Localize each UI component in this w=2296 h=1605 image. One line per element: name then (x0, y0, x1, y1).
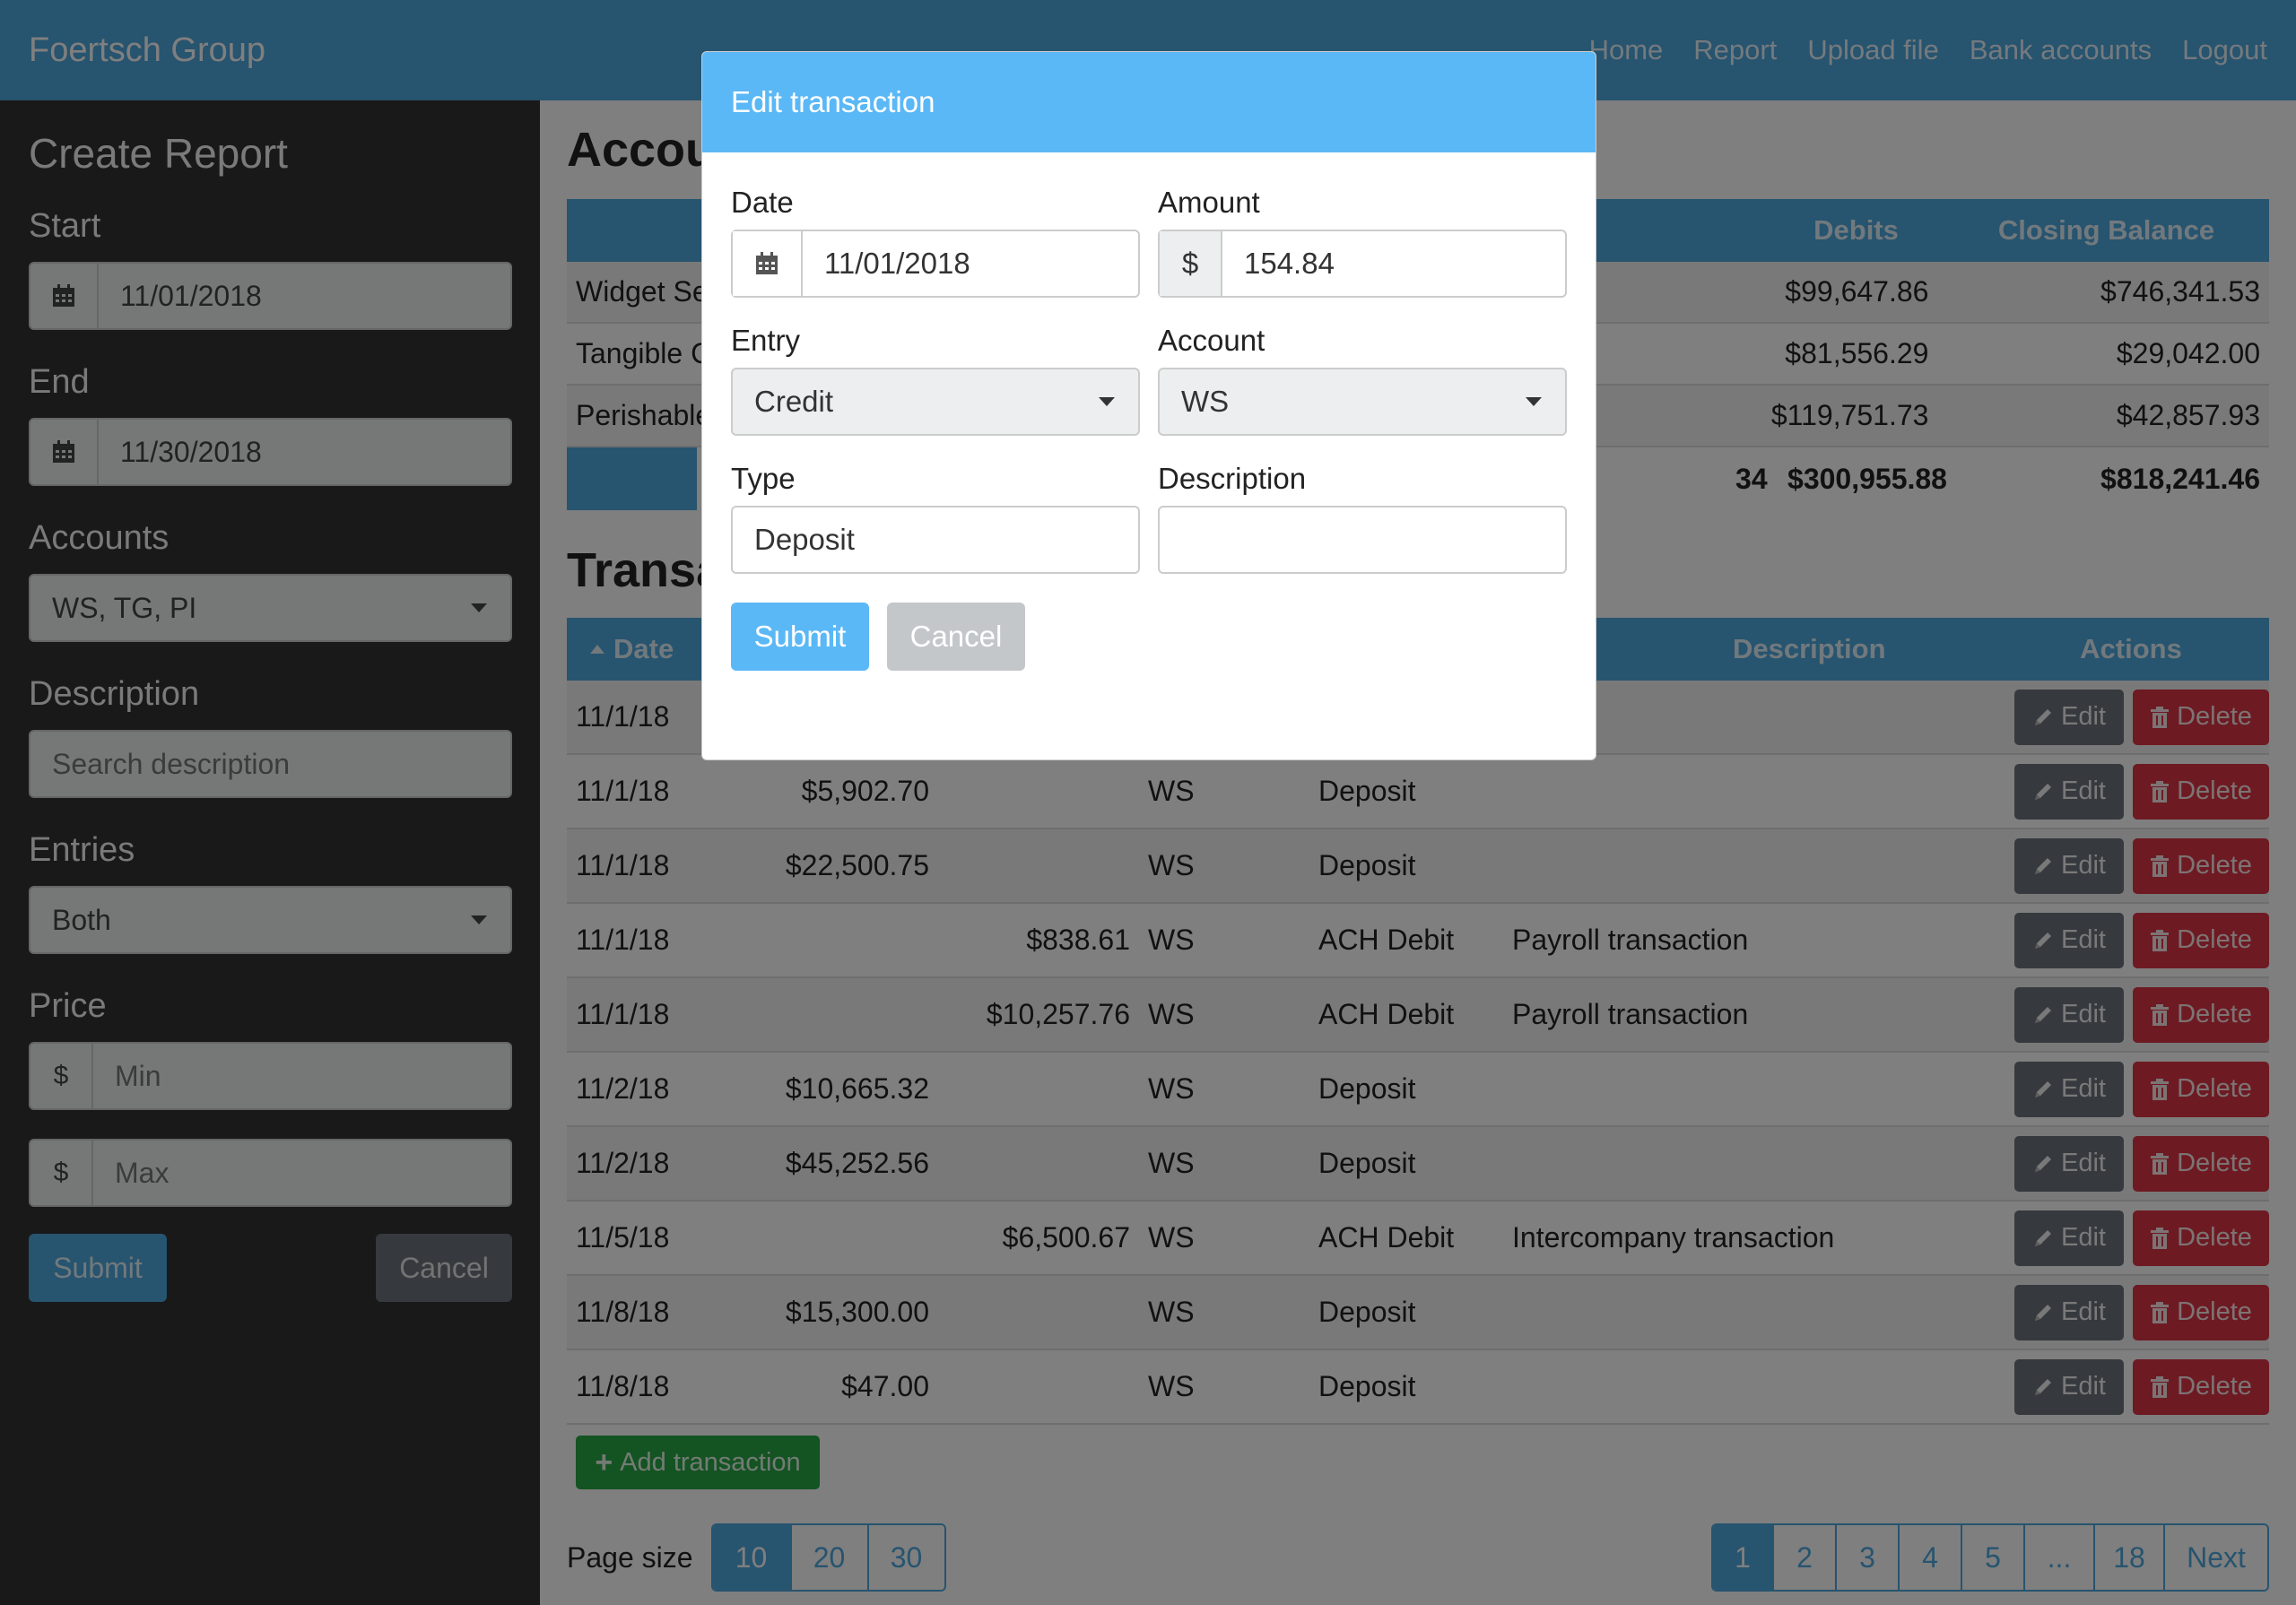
modal-submit-button[interactable]: Submit (731, 603, 869, 671)
modal-amount-value[interactable]: 154.84 (1222, 247, 1565, 281)
modal-description-input[interactable] (1158, 506, 1567, 574)
dollar-addon: $ (1160, 231, 1222, 296)
modal-buttons: Submit Cancel (731, 603, 1567, 671)
chevron-down-icon (1526, 397, 1542, 406)
modal-entry-label: Entry (731, 324, 801, 357)
modal-row-3: Type Deposit Description (731, 436, 1567, 574)
modal-amount-col: Amount $ 154.84 (1158, 152, 1567, 298)
modal-cancel-button[interactable]: Cancel (887, 603, 1025, 671)
app-root: Foertsch Group Home Report Upload file B… (0, 0, 2296, 1605)
edit-transaction-modal: Edit transaction Date 11/01/2018 Amount … (701, 51, 1596, 760)
modal-date-col: Date 11/01/2018 (731, 152, 1140, 298)
modal-account-select[interactable]: WS (1158, 368, 1567, 436)
modal-amount-field[interactable]: $ 154.84 (1158, 230, 1567, 298)
modal-type-col: Type Deposit (731, 436, 1140, 574)
modal-row-2: Entry Credit Account WS (731, 298, 1567, 436)
modal-date-value[interactable]: 11/01/2018 (803, 247, 1138, 281)
modal-description-label: Description (1158, 462, 1307, 495)
modal-account-label: Account (1158, 324, 1265, 357)
modal-type-input[interactable]: Deposit (731, 506, 1140, 574)
modal-account-value: WS (1181, 385, 1230, 418)
modal-entry-value: Credit (754, 385, 834, 418)
chevron-down-icon (1099, 397, 1115, 406)
modal-body: Date 11/01/2018 Amount $ 154.84 Entry Cr… (702, 152, 1596, 671)
modal-date-label: Date (731, 186, 794, 219)
modal-date-field[interactable]: 11/01/2018 (731, 230, 1140, 298)
modal-entry-col: Entry Credit (731, 298, 1140, 436)
modal-amount-label: Amount (1158, 186, 1260, 219)
modal-row-1: Date 11/01/2018 Amount $ 154.84 (731, 152, 1567, 298)
modal-type-value: Deposit (754, 523, 855, 556)
modal-account-col: Account WS (1158, 298, 1567, 436)
modal-entry-select[interactable]: Credit (731, 368, 1140, 436)
modal-type-label: Type (731, 462, 796, 495)
modal-title: Edit transaction (702, 52, 1596, 152)
modal-description-col: Description (1158, 436, 1567, 574)
calendar-icon[interactable] (733, 231, 803, 296)
